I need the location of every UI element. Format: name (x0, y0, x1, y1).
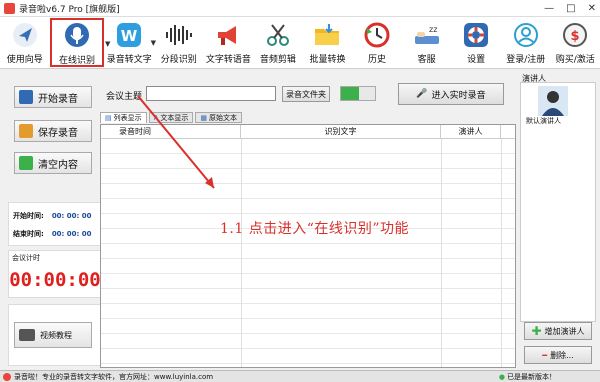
status-text: 录音啦！专业的录音转文字软件，官方网址：www.luyinla.com (14, 372, 214, 381)
version-note: 已是最新版本！ (507, 372, 556, 381)
annotation-text: 1.1 点击进入“在线识别”功能 (220, 221, 410, 237)
version-status: ● 已是最新版本！ (499, 372, 556, 382)
app-logo-icon (3, 372, 11, 381)
annotation-arrow (137, 95, 215, 189)
status-bar: 录音啦！专业的录音转文字软件，官方网址：www.luyinla.com ● 已是… (0, 370, 600, 382)
check-icon: ● (498, 372, 505, 381)
